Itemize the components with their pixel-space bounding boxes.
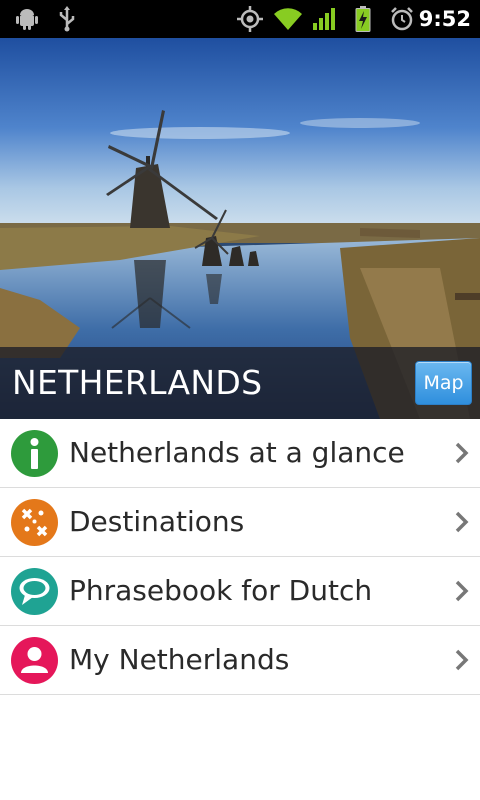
alarm-icon: [389, 0, 415, 38]
info-icon: [11, 430, 58, 477]
destinations-icon: [11, 499, 58, 546]
chevron-right-icon: [455, 649, 469, 671]
chevron-right-icon: [455, 580, 469, 602]
menu-item-label: My Netherlands: [69, 643, 290, 676]
menu-item-label: Netherlands at a glance: [69, 436, 405, 469]
menu-item-my-netherlands[interactable]: My Netherlands: [0, 626, 480, 695]
wifi-icon: [272, 0, 304, 38]
gps-icon: [236, 0, 264, 38]
status-time: 9:52: [418, 7, 471, 31]
usb-icon: [54, 0, 80, 38]
status-bar: 9:52: [0, 0, 480, 38]
person-icon: [11, 637, 58, 684]
menu-item-at-a-glance[interactable]: Netherlands at a glance: [0, 419, 480, 488]
menu-list: Netherlands at a glance Destinations Phr…: [0, 419, 480, 695]
chevron-right-icon: [455, 511, 469, 533]
menu-item-label: Phrasebook for Dutch: [69, 574, 373, 607]
page-title: NETHERLANDS: [12, 363, 263, 402]
hero-banner: NETHERLANDS Map: [0, 38, 480, 419]
signal-icon: [312, 0, 338, 38]
menu-item-phrasebook[interactable]: Phrasebook for Dutch: [0, 557, 480, 626]
speech-bubble-icon: [11, 568, 58, 615]
battery-charging-icon: [352, 0, 374, 38]
android-debug-icon: [14, 0, 40, 38]
menu-item-label: Destinations: [69, 505, 245, 538]
chevron-right-icon: [455, 442, 469, 464]
menu-item-destinations[interactable]: Destinations: [0, 488, 480, 557]
map-button[interactable]: Map: [415, 361, 472, 405]
